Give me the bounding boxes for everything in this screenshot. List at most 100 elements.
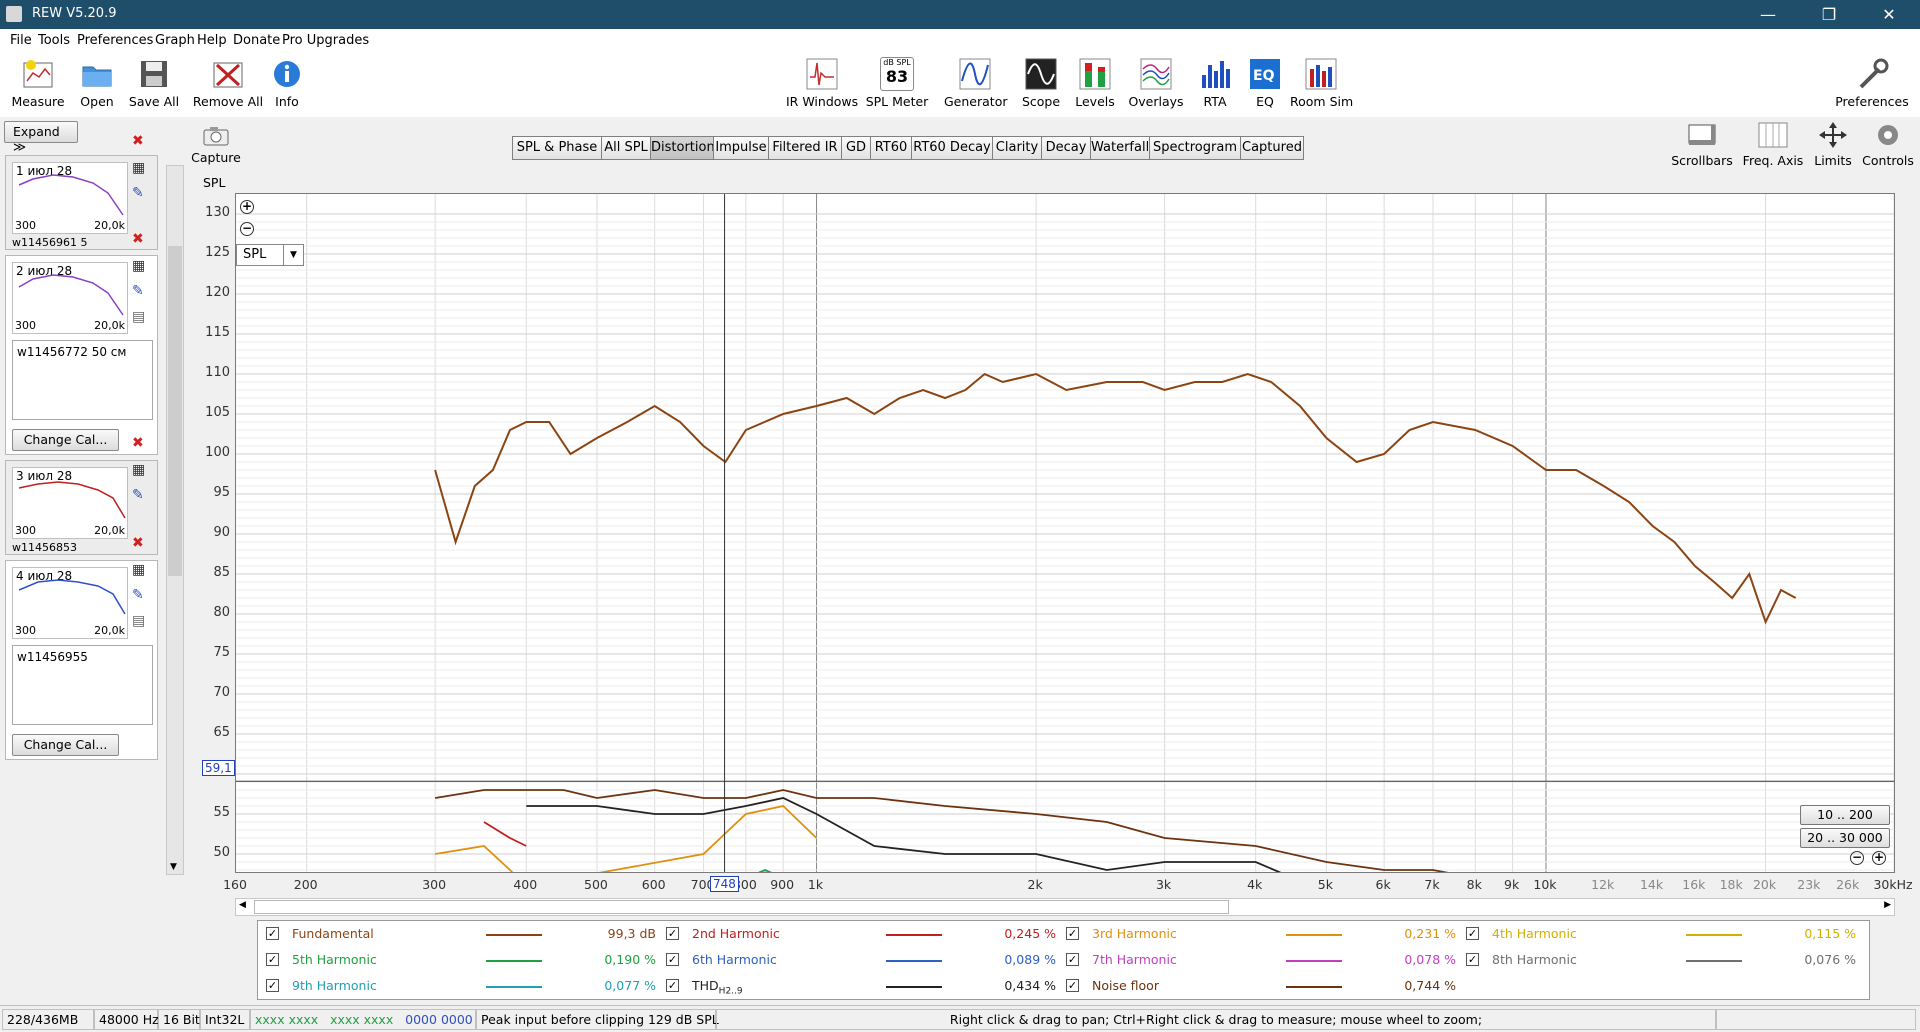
- legend-9th-harmonic[interactable]: ✓ 9th Harmonic 0,077 %: [266, 976, 661, 996]
- measurements-scroll-thumb[interactable]: [168, 246, 182, 576]
- zoom-out-icon[interactable]: −: [240, 222, 254, 236]
- delete-measurement-4-icon[interactable]: ✖: [132, 535, 144, 551]
- checkbox-7th-harmonic[interactable]: ✓: [1066, 953, 1079, 966]
- open-button[interactable]: Open: [74, 53, 120, 117]
- ir-windows-button[interactable]: IR Windows: [786, 53, 858, 117]
- save-measurement-4-icon[interactable]: ▦: [132, 562, 145, 578]
- legend-7th-harmonic[interactable]: ✓ 7th Harmonic 0,078 %: [1066, 950, 1461, 970]
- zoom-range-10-200-button[interactable]: 10 .. 200: [1800, 805, 1890, 825]
- expand-button[interactable]: Expand ≫: [4, 121, 78, 154]
- info-button[interactable]: Info: [270, 53, 304, 117]
- scope-button[interactable]: Scope: [1020, 53, 1062, 117]
- checkbox-4th-harmonic[interactable]: ✓: [1466, 927, 1479, 940]
- tab-waterfall[interactable]: Waterfall: [1090, 136, 1150, 160]
- room-sim-button[interactable]: Room Sim: [1290, 53, 1353, 117]
- menu-graph[interactable]: Graph: [155, 33, 195, 48]
- freq-axis-button[interactable]: Freq. Axis: [1740, 121, 1806, 168]
- limits-button[interactable]: Limits: [1812, 121, 1854, 168]
- tab-distortion[interactable]: Distortion: [650, 136, 715, 160]
- spl-meter-button[interactable]: dB SPL 83 SPL Meter: [864, 53, 930, 117]
- measure-button[interactable]: Measure: [8, 53, 68, 117]
- eq-button[interactable]: EQ EQ: [1248, 53, 1282, 117]
- legend-4th-harmonic[interactable]: ✓ 4th Harmonic 0,115 %: [1466, 924, 1861, 944]
- save-measurement-1-icon[interactable]: ▦: [132, 160, 145, 176]
- remove-all-button[interactable]: Remove All: [192, 53, 264, 117]
- x-zoom-out-icon[interactable]: −: [1850, 851, 1864, 865]
- checkbox-thd[interactable]: ✓: [666, 979, 679, 992]
- graph-hscrollbar[interactable]: ◀ ▶: [235, 898, 1895, 916]
- scroll-right-arrow-icon[interactable]: ▶: [1884, 900, 1891, 910]
- x-zoom-in-icon[interactable]: +: [1872, 851, 1886, 865]
- tab-all-spl[interactable]: All SPL: [601, 136, 651, 160]
- minimize-button[interactable]: —: [1745, 0, 1791, 29]
- delete-measurement-2-icon[interactable]: ✖: [132, 231, 144, 247]
- measurement-2-thumbnail[interactable]: 2 июл 28 300 20,0k: [12, 262, 128, 334]
- menu-donate[interactable]: Donate: [233, 33, 280, 48]
- menu-pro-upgrades[interactable]: Pro Upgrades: [282, 33, 369, 48]
- legend-thd[interactable]: ✓ THDH2..9 0,434 %: [666, 976, 1061, 997]
- change-cal-button-4[interactable]: Change Cal...: [12, 734, 119, 756]
- menu-preferences[interactable]: Preferences: [77, 33, 153, 48]
- measurement-4-notes[interactable]: w11456955: [12, 645, 153, 725]
- tab-spl-phase[interactable]: SPL & Phase: [512, 136, 602, 160]
- tab-impulse[interactable]: Impulse: [713, 136, 769, 160]
- tab-decay[interactable]: Decay: [1041, 136, 1091, 160]
- notes-measurement-4-icon[interactable]: ▤: [132, 613, 145, 629]
- delete-measurement-3-icon[interactable]: ✖: [132, 435, 144, 451]
- spl-selector[interactable]: SPL ▼: [236, 244, 304, 266]
- checkbox-9th-harmonic[interactable]: ✓: [266, 979, 279, 992]
- tab-rt60[interactable]: RT60: [870, 136, 912, 160]
- tab-gd[interactable]: GD: [841, 136, 871, 160]
- edit-measurement-2-icon[interactable]: ✎: [132, 283, 144, 299]
- levels-button[interactable]: Levels: [1074, 53, 1116, 117]
- plot-area[interactable]: [236, 194, 1894, 872]
- capture-button[interactable]: Capture: [190, 125, 242, 165]
- save-measurement-3-icon[interactable]: ▦: [132, 462, 145, 478]
- restore-button[interactable]: ❐: [1806, 0, 1852, 29]
- preferences-button[interactable]: Preferences: [1834, 53, 1910, 117]
- tab-clarity[interactable]: Clarity: [992, 136, 1042, 160]
- rta-button[interactable]: RTA: [1198, 53, 1232, 117]
- tab-captured[interactable]: Captured: [1240, 136, 1304, 160]
- menu-file[interactable]: File: [10, 33, 32, 48]
- tab-spectrogram[interactable]: Spectrogram: [1149, 136, 1241, 160]
- scrollbars-button[interactable]: Scrollbars: [1670, 121, 1734, 168]
- measurement-4-thumbnail[interactable]: 4 июл 28 300 20,0k: [12, 567, 128, 639]
- zoom-in-icon[interactable]: +: [240, 200, 254, 214]
- notes-measurement-2-icon[interactable]: ▤: [132, 309, 145, 325]
- legend-5th-harmonic[interactable]: ✓ 5th Harmonic 0,190 %: [266, 950, 661, 970]
- graph-hscroll-thumb[interactable]: [254, 900, 1229, 914]
- checkbox-noise-floor[interactable]: ✓: [1066, 979, 1079, 992]
- distortion-graph[interactable]: [235, 193, 1895, 873]
- tab-rt60-decay[interactable]: RT60 Decay: [911, 136, 993, 160]
- close-window-button[interactable]: ✕: [1866, 0, 1912, 29]
- scroll-left-arrow-icon[interactable]: ◀: [239, 900, 246, 910]
- legend-noise-floor[interactable]: ✓ Noise floor 0,744 %: [1066, 976, 1461, 996]
- zoom-range-20-30000-button[interactable]: 20 .. 30 000: [1800, 828, 1890, 848]
- checkbox-3rd-harmonic[interactable]: ✓: [1066, 927, 1079, 940]
- measurements-scrollbar[interactable]: ▼: [166, 165, 184, 875]
- checkbox-6th-harmonic[interactable]: ✓: [666, 953, 679, 966]
- controls-button[interactable]: Controls: [1860, 121, 1916, 168]
- legend-8th-harmonic[interactable]: ✓ 8th Harmonic 0,076 %: [1466, 950, 1861, 970]
- edit-measurement-1-icon[interactable]: ✎: [132, 185, 144, 201]
- legend-3rd-harmonic[interactable]: ✓ 3rd Harmonic 0,231 %: [1066, 924, 1461, 944]
- menu-tools[interactable]: Tools: [38, 33, 70, 48]
- legend-2nd-harmonic[interactable]: ✓ 2nd Harmonic 0,245 %: [666, 924, 1061, 944]
- edit-measurement-3-icon[interactable]: ✎: [132, 487, 144, 503]
- save-measurement-2-icon[interactable]: ▦: [132, 258, 145, 274]
- tab-filtered-ir[interactable]: Filtered IR: [768, 136, 842, 160]
- checkbox-2nd-harmonic[interactable]: ✓: [666, 927, 679, 940]
- generator-button[interactable]: Generator: [944, 53, 1007, 117]
- measurement-1-thumbnail[interactable]: 1 июл 28 300 20,0k: [12, 162, 128, 234]
- change-cal-button-2[interactable]: Change Cal...: [12, 429, 119, 451]
- legend-fundamental[interactable]: ✓ Fundamental 99,3 dB: [266, 924, 661, 944]
- checkbox-8th-harmonic[interactable]: ✓: [1466, 953, 1479, 966]
- checkbox-fundamental[interactable]: ✓: [266, 927, 279, 940]
- edit-measurement-4-icon[interactable]: ✎: [132, 587, 144, 603]
- legend-6th-harmonic[interactable]: ✓ 6th Harmonic 0,089 %: [666, 950, 1061, 970]
- checkbox-5th-harmonic[interactable]: ✓: [266, 953, 279, 966]
- measurement-2-notes[interactable]: w11456772 50 см: [12, 340, 153, 420]
- measurement-3-thumbnail[interactable]: 3 июл 28 300 20,0k: [12, 467, 128, 539]
- scroll-down-arrow-icon[interactable]: ▼: [170, 862, 177, 872]
